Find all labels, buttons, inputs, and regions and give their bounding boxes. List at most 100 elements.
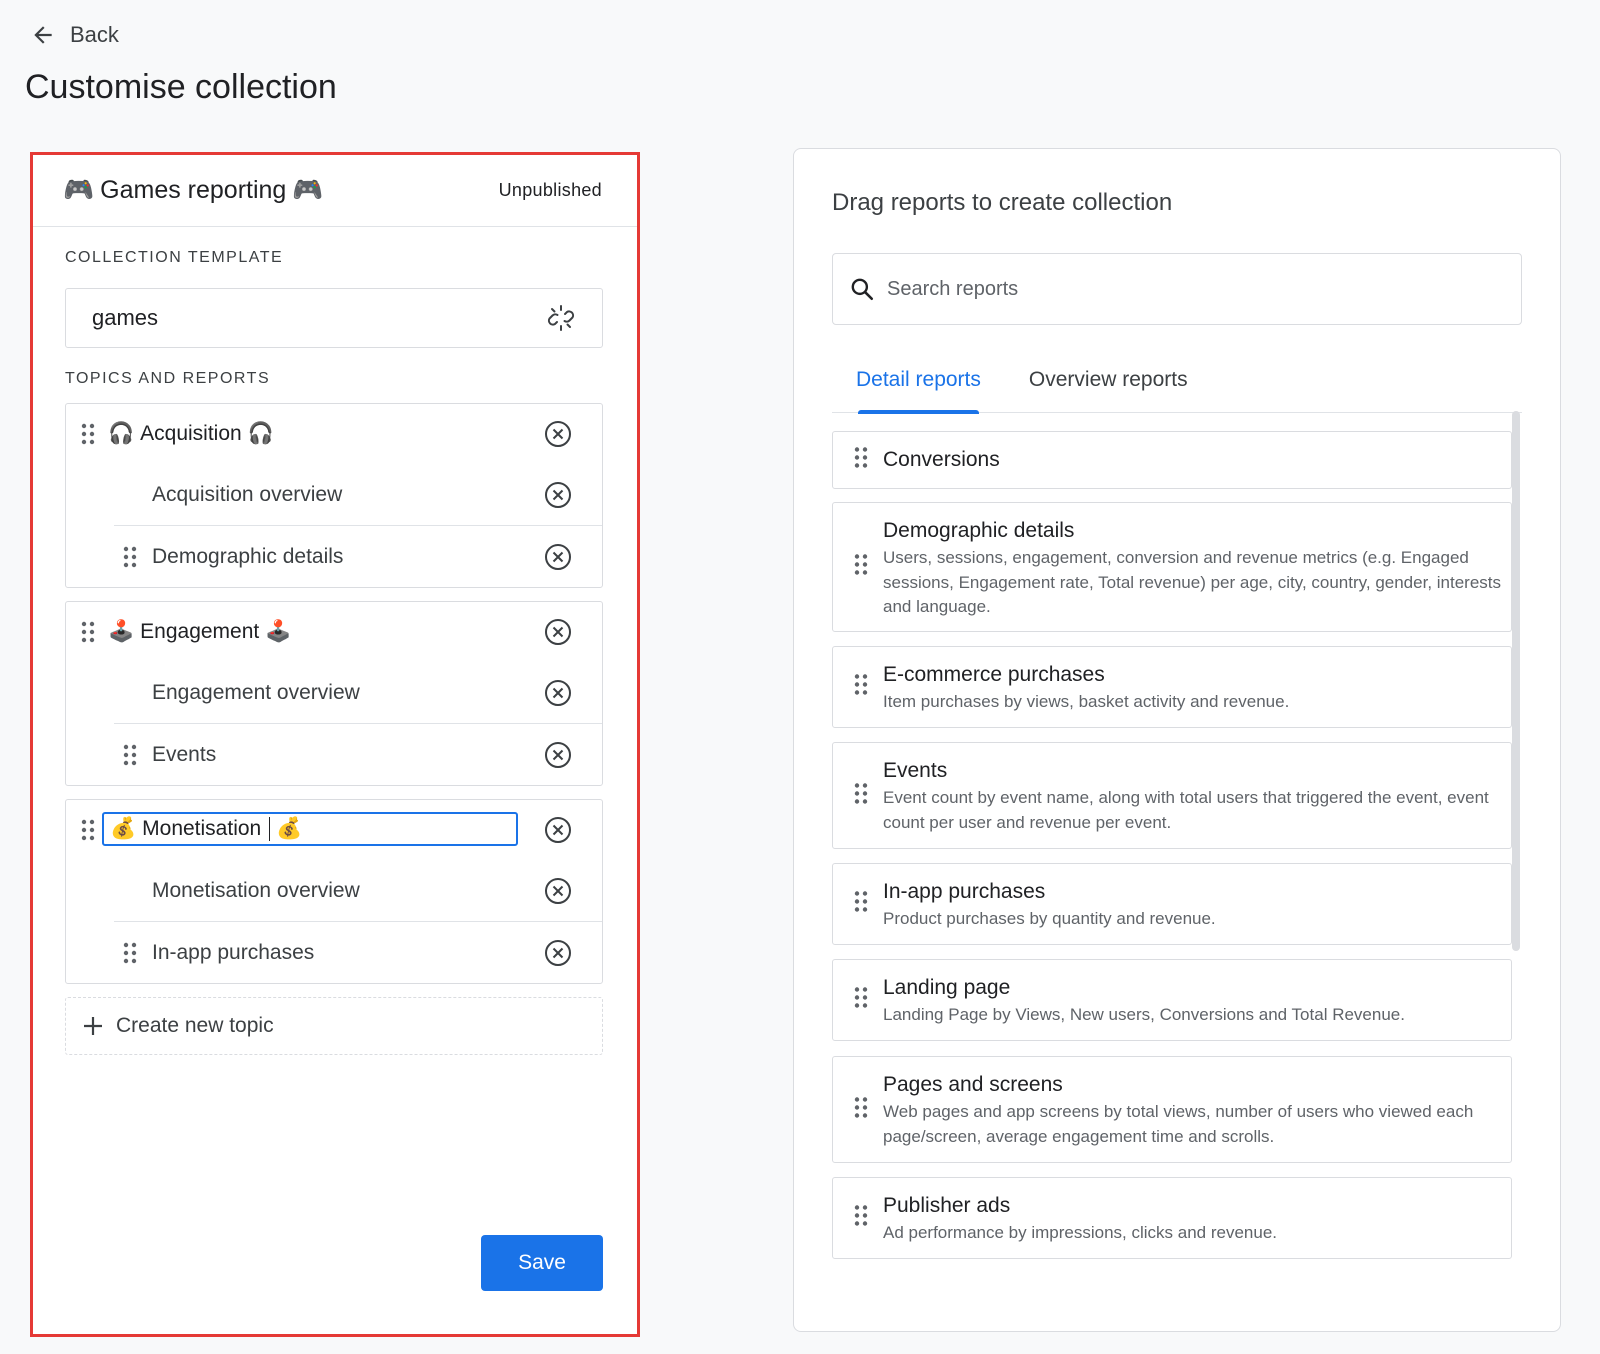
template-value: games xyxy=(92,305,159,330)
report-label: Engagement overview xyxy=(152,681,360,704)
collection-name[interactable]: Games reporting xyxy=(100,176,286,205)
report-row: Demographic details xyxy=(66,526,602,588)
topic-name[interactable]: 🕹️ Engagement 🕹️ xyxy=(108,620,291,644)
remove-report-icon[interactable] xyxy=(544,939,572,967)
save-button[interactable]: Save xyxy=(481,1235,603,1291)
report-description: Item purchases by views, basket activity… xyxy=(883,692,1290,711)
report-card-conversions[interactable]: Conversions xyxy=(832,431,1512,489)
report-card-demographic-details[interactable]: Demographic details Users, sessions, eng… xyxy=(832,502,1512,632)
report-row: Monetisation overview xyxy=(66,860,602,922)
remove-topic-icon[interactable] xyxy=(544,816,572,844)
money-bag-icon: 💰 xyxy=(110,817,137,840)
gamepad-icon: 🎮 xyxy=(63,176,95,204)
search-box[interactable] xyxy=(832,253,1522,325)
report-title: In-app purchases xyxy=(883,880,1046,903)
page-title: Customise collection xyxy=(25,68,337,106)
drag-handle-icon[interactable] xyxy=(853,891,869,918)
drag-handle-icon[interactable] xyxy=(853,447,869,474)
collection-title: 🎮 Games reporting 🎮 xyxy=(63,176,323,205)
remove-report-icon[interactable] xyxy=(544,481,572,509)
back-link[interactable]: Back xyxy=(30,22,119,48)
report-library-panel: Drag reports to create collection Detail… xyxy=(793,148,1561,1332)
topic-name[interactable]: 🎧 Acquisition 🎧 xyxy=(108,422,274,446)
headphones-icon: 🎧 xyxy=(108,422,135,445)
report-title: Conversions xyxy=(883,448,1000,471)
report-card-publisher-ads[interactable]: Publisher ads Ad performance by impressi… xyxy=(832,1177,1512,1259)
drag-handle-icon[interactable] xyxy=(853,1096,869,1123)
report-label: In-app purchases xyxy=(152,941,315,964)
report-label: Acquisition overview xyxy=(152,483,343,506)
topic-card-monetisation: 💰 Monetisation 💰 Monetisation overview I… xyxy=(65,799,603,984)
text-caret xyxy=(269,817,271,841)
remove-topic-icon[interactable] xyxy=(544,420,572,448)
topic-label: Acquisition xyxy=(140,422,242,445)
report-card-landing-page[interactable]: Landing page Landing Page by Views, New … xyxy=(832,959,1512,1041)
drag-handle-icon[interactable] xyxy=(853,674,869,701)
report-label: Monetisation overview xyxy=(152,879,360,902)
drag-handle-icon[interactable] xyxy=(122,942,138,964)
remove-report-icon[interactable] xyxy=(544,741,572,769)
joystick-icon: 🕹️ xyxy=(265,620,292,643)
scrollbar[interactable] xyxy=(1512,411,1520,951)
headphones-icon: 🎧 xyxy=(247,422,274,445)
report-description: Landing Page by Views, New users, Conver… xyxy=(883,1005,1405,1024)
report-row: Engagement overview xyxy=(66,662,602,724)
gamepad-icon: 🎮 xyxy=(292,176,324,204)
report-tabs: Detail reports Overview reports xyxy=(832,361,1522,414)
report-label: Demographic details xyxy=(152,545,344,568)
report-row: Acquisition overview xyxy=(66,464,602,526)
topic-label: Engagement xyxy=(140,620,260,643)
report-title: Demographic details xyxy=(883,519,1075,542)
report-label: Events xyxy=(152,743,217,766)
unlink-icon[interactable] xyxy=(546,303,576,333)
remove-report-icon[interactable] xyxy=(544,877,572,905)
topic-label: Monetisation xyxy=(142,817,262,840)
report-description: Users, sessions, engagement, conversion … xyxy=(883,548,1502,616)
create-topic-label: Create new topic xyxy=(116,1014,274,1037)
drag-handle-icon[interactable] xyxy=(853,1205,869,1232)
drag-handle-icon[interactable] xyxy=(80,819,96,841)
arrow-back-icon xyxy=(34,26,52,44)
topic-name-input[interactable]: 💰 Monetisation 💰 xyxy=(102,812,518,846)
report-description: Ad performance by impressions, clicks an… xyxy=(883,1223,1278,1242)
drag-handle-icon[interactable] xyxy=(80,423,96,445)
drag-handle-icon[interactable] xyxy=(853,554,869,581)
topic-header: 🎧 Acquisition 🎧 xyxy=(66,404,602,464)
collection-header: 🎮 Games reporting 🎮 Unpublished xyxy=(33,155,637,227)
report-row: In-app purchases xyxy=(66,922,602,984)
template-field[interactable]: games xyxy=(65,288,603,348)
report-title: Pages and screens xyxy=(883,1073,1063,1096)
back-label: Back xyxy=(70,22,119,47)
template-section-label: COLLECTION TEMPLATE xyxy=(65,249,284,266)
report-card-ecommerce-purchases[interactable]: E-commerce purchases Item purchases by v… xyxy=(832,646,1512,728)
topics-section-label: TOPICS AND REPORTS xyxy=(65,370,271,387)
topic-card-acquisition: 🎧 Acquisition 🎧 Acquisition overview Dem… xyxy=(65,403,603,588)
search-icon xyxy=(851,278,874,301)
report-card-pages-and-screens[interactable]: Pages and screens Web pages and app scre… xyxy=(832,1056,1512,1163)
joystick-icon: 🕹️ xyxy=(108,620,135,643)
report-card-in-app-purchases[interactable]: In-app purchases Product purchases by qu… xyxy=(832,863,1512,945)
search-input[interactable] xyxy=(887,277,1487,301)
report-description: Event count by event name, along with to… xyxy=(883,788,1489,832)
report-title: Landing page xyxy=(883,976,1011,999)
topic-card-engagement: 🕹️ Engagement 🕹️ Engagement overview Eve… xyxy=(65,601,603,786)
topic-header: 💰 Monetisation 💰 xyxy=(66,800,602,860)
drag-handle-icon[interactable] xyxy=(80,621,96,643)
drag-handle-icon[interactable] xyxy=(853,782,869,809)
report-title: Publisher ads xyxy=(883,1194,1011,1217)
remove-report-icon[interactable] xyxy=(544,679,572,707)
report-card-events[interactable]: Events Event count by event name, along … xyxy=(832,742,1512,849)
remove-topic-icon[interactable] xyxy=(544,618,572,646)
remove-report-icon[interactable] xyxy=(544,543,572,571)
status-badge: Unpublished xyxy=(498,180,602,200)
drag-handle-icon[interactable] xyxy=(122,744,138,766)
tab-detail-reports[interactable]: Detail reports xyxy=(832,361,1005,414)
money-bag-icon: 💰 xyxy=(276,817,303,840)
tab-overview-reports[interactable]: Overview reports xyxy=(1005,361,1212,413)
drag-handle-icon[interactable] xyxy=(853,987,869,1014)
plus-icon xyxy=(84,1017,102,1035)
drag-handle-icon[interactable] xyxy=(122,546,138,568)
report-description: Web pages and app screens by total views… xyxy=(883,1102,1474,1146)
report-description: Product purchases by quantity and revenu… xyxy=(883,909,1216,928)
create-topic-button[interactable]: Create new topic xyxy=(65,997,603,1055)
